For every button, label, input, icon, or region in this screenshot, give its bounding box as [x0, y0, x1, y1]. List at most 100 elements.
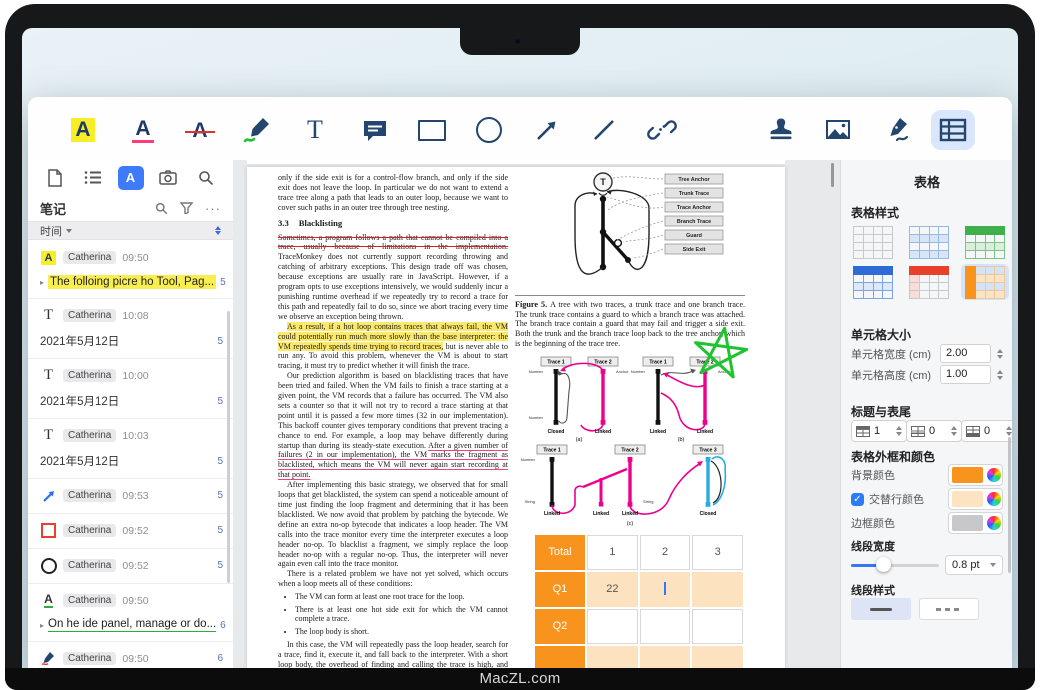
pdf-paragraph: Sometimes, a program follows a path that…	[278, 233, 508, 322]
table-style-orange-selected[interactable]	[961, 264, 1009, 300]
table-cell[interactable]: Q1	[535, 572, 585, 607]
cell-width-input[interactable]: 2.00	[940, 344, 991, 363]
list-item[interactable]: Catherina 09:52 5	[28, 514, 233, 549]
author-badge: Catherina	[63, 369, 116, 382]
document-scrollbar[interactable]	[831, 163, 834, 187]
slider-thumb[interactable]	[876, 557, 891, 572]
ellipse-tool-button[interactable]	[467, 110, 511, 150]
table-cell[interactable]: 22	[587, 572, 638, 607]
list-item[interactable]: Catherina 09:50 6	[28, 642, 233, 668]
alternate-color-swatch	[952, 491, 983, 507]
table-cell[interactable]: 2	[640, 535, 691, 570]
search-icon	[198, 170, 214, 186]
svg-text:Closed: Closed	[548, 429, 565, 435]
strikethrough-tool-button[interactable]: A	[178, 110, 222, 150]
signature-tool-button[interactable]	[874, 110, 918, 150]
cell-width-label: 单元格宽度 (cm)	[851, 346, 931, 362]
star-annotation[interactable]	[683, 326, 761, 382]
table-tool-button[interactable]	[931, 110, 975, 150]
tab-thumbnails[interactable]	[42, 166, 68, 190]
header-rows-spinner[interactable]: 1	[851, 420, 907, 442]
notes-search-icon[interactable]	[155, 202, 168, 215]
table-style-green[interactable]	[961, 224, 1009, 260]
table-style-red-header[interactable]	[905, 264, 953, 300]
table-cell[interactable]	[640, 609, 691, 644]
dashed-line-style-button[interactable]	[919, 598, 979, 620]
filter-icon[interactable]	[180, 202, 193, 214]
table-cell[interactable]: 1	[587, 535, 638, 570]
line-width-dropdown[interactable]: 0.8 pt	[945, 555, 1003, 575]
solid-line-style-button[interactable]	[851, 598, 911, 620]
border-color-swatch	[952, 515, 983, 531]
table-style-plain[interactable]	[849, 224, 897, 260]
list-item[interactable]: T Catherina 10:03 2021年5月12日 5	[28, 419, 233, 479]
table-cell[interactable]: Q2	[535, 609, 585, 644]
table-cell[interactable]	[692, 572, 743, 607]
link-tool-button[interactable]	[640, 110, 684, 150]
table-cell[interactable]	[587, 646, 638, 668]
table-cell[interactable]	[640, 646, 691, 668]
cell-height-input[interactable]: 1.00	[940, 365, 991, 384]
table-cell[interactable]: Total	[535, 535, 585, 570]
pdf-column-left: only if the side exit is for a control-f…	[278, 173, 508, 668]
table-style-blue-striped[interactable]	[905, 224, 953, 260]
disclosure-icon[interactable]: ▸	[40, 621, 44, 630]
underline-tool-button[interactable]: A	[121, 110, 165, 150]
svg-text:Trace 3: Trace 3	[699, 447, 716, 453]
laptop-notch	[460, 28, 580, 55]
sort-direction-icon[interactable]	[215, 226, 221, 235]
table-cell[interactable]: 3	[692, 535, 743, 570]
pen-tool-button[interactable]	[235, 110, 279, 150]
annotation-table[interactable]: Total 1 2 3 Q1 22	[533, 533, 745, 668]
table-style-blue-header[interactable]	[849, 264, 897, 300]
image-tool-button[interactable]	[816, 110, 860, 150]
highlight-tool-button[interactable]: A	[61, 110, 105, 150]
list-item[interactable]: Catherina 09:53 5	[28, 479, 233, 514]
list-item[interactable]: T Catherina 10:00 2021年5月12日 5	[28, 359, 233, 419]
tab-outline[interactable]	[80, 166, 106, 190]
svg-text:(a): (a)	[576, 437, 583, 443]
tab-annotations[interactable]: A	[118, 166, 144, 190]
footer-rows-icon	[911, 426, 925, 437]
list-item[interactable]: A Catherina 09:50 ▸ On he ide panel, man…	[28, 584, 233, 642]
background-color-picker[interactable]	[948, 464, 1003, 486]
color-wheel-icon[interactable]	[987, 468, 1001, 482]
annotation-toolbar: A A A T	[28, 97, 1012, 161]
footer2-rows-spinner[interactable]: 0	[961, 420, 1012, 442]
rectangle-tool-button[interactable]	[410, 110, 454, 150]
cell-height-stepper[interactable]	[997, 370, 1003, 380]
highlight-annotation-icon: A	[40, 249, 57, 266]
table-cell[interactable]	[587, 609, 638, 644]
table-cell-active[interactable]	[640, 572, 691, 607]
color-wheel-icon[interactable]	[987, 492, 1001, 506]
panel-scrollbar[interactable]	[1008, 437, 1011, 573]
footer-rows-spinner[interactable]: 0	[906, 420, 962, 442]
arrow-tool-button[interactable]	[525, 110, 569, 150]
more-options-icon[interactable]: ···	[205, 201, 221, 216]
table-cell[interactable]	[692, 609, 743, 644]
text-tool-button[interactable]: T	[293, 110, 337, 150]
table-cell[interactable]	[535, 646, 585, 668]
cell-width-stepper[interactable]	[997, 349, 1003, 359]
sort-bar[interactable]: 时间	[28, 221, 233, 240]
tab-search[interactable]	[193, 166, 219, 190]
tab-snapshot[interactable]	[155, 166, 181, 190]
color-wheel-icon[interactable]	[987, 516, 1001, 530]
line-width-slider[interactable]	[851, 564, 939, 567]
alternate-color-checkbox[interactable]: ✓	[851, 493, 864, 506]
stamp-icon	[766, 115, 796, 145]
list-item[interactable]: A Catherina 09:50 ▸ The folloing picre h…	[28, 241, 233, 299]
alternate-color-picker[interactable]	[948, 488, 1003, 510]
strikethrough-annotation[interactable]: Sometimes, a program follows a path that…	[278, 233, 508, 252]
note-tool-button[interactable]	[353, 110, 397, 150]
notes-header: 笔记 ···	[28, 195, 233, 221]
disclosure-icon[interactable]: ▸	[40, 278, 44, 287]
table-cell[interactable]	[692, 646, 743, 668]
stamp-tool-button[interactable]	[759, 110, 803, 150]
line-tool-button[interactable]	[582, 110, 626, 150]
list-item[interactable]: T Catherina 10:08 2021年5月12日 5	[28, 299, 233, 359]
border-color-picker[interactable]	[948, 512, 1003, 534]
sidebar-scrollbar[interactable]	[227, 311, 230, 583]
list-item[interactable]: Catherina 09:52 5	[28, 549, 233, 584]
alternate-color-row: ✓ 交替行颜色	[851, 488, 1003, 510]
